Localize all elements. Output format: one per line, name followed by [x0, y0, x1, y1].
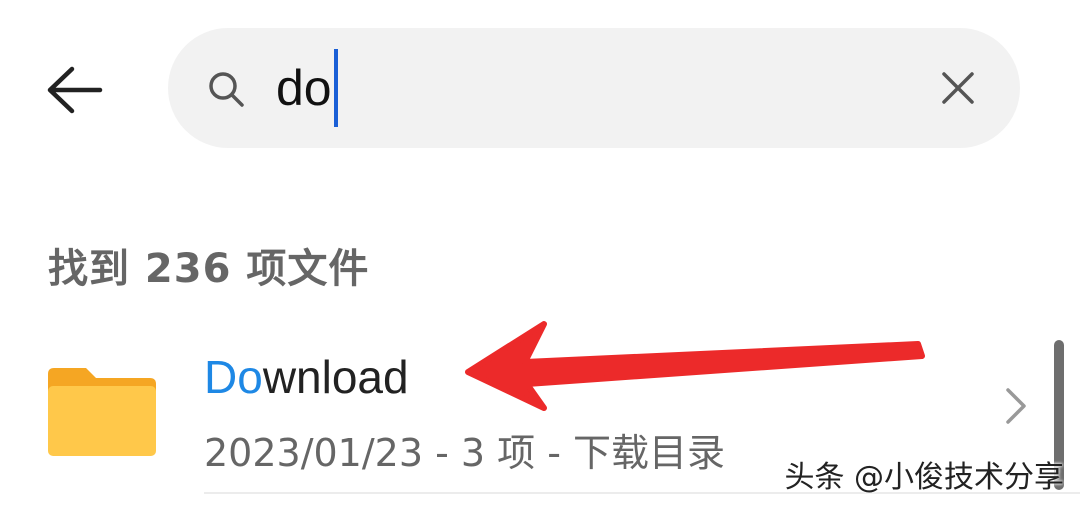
result-count: 找到 236 项文件 — [48, 246, 370, 292]
close-icon[interactable] — [938, 68, 978, 108]
search-icon — [209, 72, 244, 107]
search-bar[interactable]: do — [168, 28, 1020, 148]
search-input[interactable]: do — [276, 49, 338, 127]
search-query: do — [276, 60, 332, 116]
folder-icon — [48, 368, 156, 456]
chevron-right-icon — [1006, 388, 1026, 424]
name-rest: wnload — [262, 351, 409, 403]
watermark: 头条 @小俊技术分享 — [784, 460, 1064, 495]
folder-meta: 2023/01/23 - 3 项 - 下载目录 — [204, 431, 726, 475]
name-match-highlight: Do — [204, 351, 263, 403]
folder-name: Download — [204, 350, 409, 404]
back-button[interactable] — [36, 52, 112, 128]
back-arrow-icon — [47, 66, 103, 114]
text-caret — [333, 49, 338, 127]
